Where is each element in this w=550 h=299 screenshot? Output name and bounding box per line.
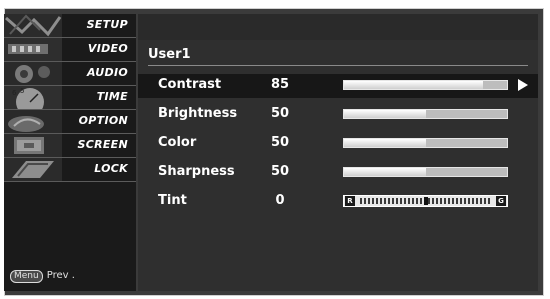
svg-text:5: 5: [20, 87, 24, 95]
setting-row-brightness[interactable]: Brightness 50: [138, 103, 538, 127]
prev-label: Prev .: [46, 270, 75, 281]
svg-text:6: 6: [12, 89, 17, 97]
clock-icon: 65: [4, 86, 62, 109]
menu-item-lock[interactable]: LOCK: [4, 158, 136, 182]
menu-item-time[interactable]: 65 TIME: [4, 86, 136, 110]
slider-fill: [344, 81, 483, 89]
setting-value: 50: [270, 106, 290, 121]
tint-slider[interactable]: R G: [343, 195, 508, 207]
menu-item-option[interactable]: OPTION: [4, 110, 136, 134]
color-slider[interactable]: [343, 138, 508, 148]
setting-label: Contrast: [158, 77, 222, 92]
setting-row-tint[interactable]: Tint 0 R G: [138, 190, 538, 214]
menu-label-setup: SETUP: [86, 18, 128, 31]
setting-value: 50: [270, 164, 290, 179]
menu-label-time: TIME: [96, 90, 128, 103]
setting-value: 0: [275, 193, 285, 208]
setting-label: Sharpness: [158, 164, 235, 179]
slider-fill: [344, 110, 426, 118]
menu-label-lock: LOCK: [94, 162, 128, 175]
main-menu: SETUP VIDEO AUDIO 65 TIME OPTION SCREEN …: [4, 14, 136, 291]
video-settings-panel: User1 Contrast 85 Brightness 50 Color 50: [138, 14, 538, 291]
menu-label-video: VIDEO: [87, 42, 128, 55]
setting-row-sharpness[interactable]: Sharpness 50: [138, 161, 538, 185]
setting-label: Color: [158, 135, 197, 150]
menu-label-option: OPTION: [78, 114, 128, 127]
setting-value: 85: [270, 77, 290, 92]
screen-icon: [4, 134, 62, 157]
video-icon: [4, 38, 62, 61]
panel-top-strip: [138, 14, 538, 40]
brightness-slider[interactable]: [343, 109, 508, 119]
audio-icon: [4, 62, 62, 85]
menu-label-audio: AUDIO: [86, 66, 128, 79]
setting-label: Tint: [158, 193, 187, 208]
menu-item-video[interactable]: VIDEO: [4, 38, 136, 62]
setup-icon: [4, 14, 62, 37]
menu-label-screen: SCREEN: [77, 138, 128, 151]
menu-key-icon[interactable]: Menu: [10, 270, 43, 283]
arrow-right-icon[interactable]: [518, 79, 528, 91]
setting-value: 50: [270, 135, 290, 150]
setting-label: Brightness: [158, 106, 238, 121]
slider-fill: [344, 168, 426, 176]
contrast-slider[interactable]: [343, 80, 508, 90]
menu-item-setup[interactable]: SETUP: [4, 14, 136, 38]
sharpness-slider[interactable]: [343, 167, 508, 177]
option-icon: [4, 110, 62, 133]
menu-item-audio[interactable]: AUDIO: [4, 62, 136, 86]
slider-fill: [344, 139, 426, 147]
tint-indicator: [423, 197, 428, 205]
tint-green-label: G: [496, 196, 506, 206]
lock-icon: [4, 158, 62, 181]
title-divider: [148, 65, 528, 66]
setting-row-contrast[interactable]: Contrast 85: [138, 74, 538, 98]
picture-preset-title: User1: [148, 47, 191, 62]
menu-footer: Menu Prev .: [10, 270, 75, 283]
menu-item-screen[interactable]: SCREEN: [4, 134, 136, 158]
tint-red-label: R: [345, 196, 355, 206]
setting-row-color[interactable]: Color 50: [138, 132, 538, 156]
tv-osd-screen: SETUP VIDEO AUDIO 65 TIME OPTION SCREEN …: [0, 0, 550, 299]
